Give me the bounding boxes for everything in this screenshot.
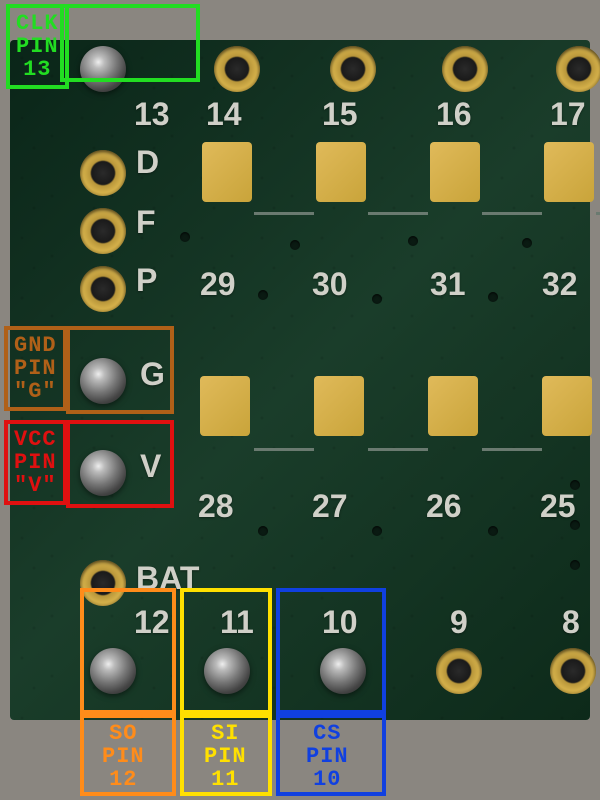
so-overlay bbox=[80, 588, 176, 714]
smd-pad bbox=[202, 142, 252, 202]
silk-15: 15 bbox=[322, 96, 358, 133]
via bbox=[408, 236, 418, 246]
silk-9: 9 bbox=[450, 604, 468, 641]
via bbox=[258, 526, 268, 536]
silk-13: 13 bbox=[134, 96, 170, 133]
smd-pad bbox=[314, 376, 364, 436]
pin-9-hole bbox=[436, 648, 482, 694]
via bbox=[570, 560, 580, 570]
clk-label-line3: 13 bbox=[16, 58, 59, 81]
via bbox=[522, 238, 532, 248]
pin-17-hole bbox=[556, 46, 600, 92]
via bbox=[372, 294, 382, 304]
smd-pad bbox=[430, 142, 480, 202]
vcc-label: VCC PIN "V" bbox=[4, 420, 67, 505]
via bbox=[488, 526, 498, 536]
pcb-trace bbox=[482, 212, 542, 215]
gnd-label-line3: "G" bbox=[14, 380, 57, 403]
pcb-trace bbox=[254, 448, 314, 451]
smd-pad bbox=[544, 142, 594, 202]
gnd-label: GND PIN "G" bbox=[4, 326, 67, 411]
cs-label-border bbox=[276, 714, 386, 796]
smd-pad bbox=[542, 376, 592, 436]
via bbox=[570, 480, 580, 490]
silk-29: 29 bbox=[200, 266, 236, 303]
pcb-trace bbox=[368, 212, 428, 215]
pin-14-hole bbox=[214, 46, 260, 92]
clk-label-line1: CLK bbox=[16, 12, 59, 35]
silk-30: 30 bbox=[312, 266, 348, 303]
via bbox=[180, 232, 190, 242]
silk-27: 27 bbox=[312, 488, 348, 525]
pcb-trace bbox=[596, 212, 600, 215]
smd-pad bbox=[200, 376, 250, 436]
clk-label-line2: PIN bbox=[16, 35, 59, 58]
pin-15-hole bbox=[330, 46, 376, 92]
smd-pad bbox=[428, 376, 478, 436]
pin-d-hole bbox=[80, 150, 126, 196]
silk-31: 31 bbox=[430, 266, 466, 303]
pin-8-hole bbox=[550, 648, 596, 694]
silk-8: 8 bbox=[562, 604, 580, 641]
silk-f: F bbox=[136, 204, 156, 241]
pin-f-hole bbox=[80, 208, 126, 254]
via bbox=[488, 292, 498, 302]
silk-p: P bbox=[136, 262, 157, 299]
pcb-trace bbox=[368, 448, 428, 451]
via bbox=[290, 240, 300, 250]
silk-14: 14 bbox=[206, 96, 242, 133]
via bbox=[372, 526, 382, 536]
gnd-label-line1: GND bbox=[14, 334, 57, 357]
si-overlay bbox=[180, 588, 272, 714]
so-label-border bbox=[80, 714, 176, 796]
pcb-trace bbox=[482, 448, 542, 451]
silk-d: D bbox=[136, 144, 159, 181]
gnd-overlay bbox=[66, 326, 174, 414]
silk-28: 28 bbox=[198, 488, 234, 525]
silk-17: 17 bbox=[550, 96, 586, 133]
pin-p-hole bbox=[80, 266, 126, 312]
smd-pad bbox=[316, 142, 366, 202]
vcc-label-line2: PIN bbox=[14, 451, 57, 474]
silk-25: 25 bbox=[540, 488, 576, 525]
pin-16-hole bbox=[442, 46, 488, 92]
gnd-label-line2: PIN bbox=[14, 357, 57, 380]
vcc-label-line1: VCC bbox=[14, 428, 57, 451]
pcb-trace bbox=[254, 212, 314, 215]
silk-16: 16 bbox=[436, 96, 472, 133]
silk-26: 26 bbox=[426, 488, 462, 525]
clk-overlay bbox=[60, 4, 200, 82]
silk-32: 32 bbox=[542, 266, 578, 303]
vcc-overlay bbox=[66, 420, 174, 508]
via bbox=[258, 290, 268, 300]
cs-overlay bbox=[276, 588, 386, 714]
vcc-label-line3: "V" bbox=[14, 474, 57, 497]
via bbox=[570, 520, 580, 530]
si-label-border bbox=[180, 714, 272, 796]
